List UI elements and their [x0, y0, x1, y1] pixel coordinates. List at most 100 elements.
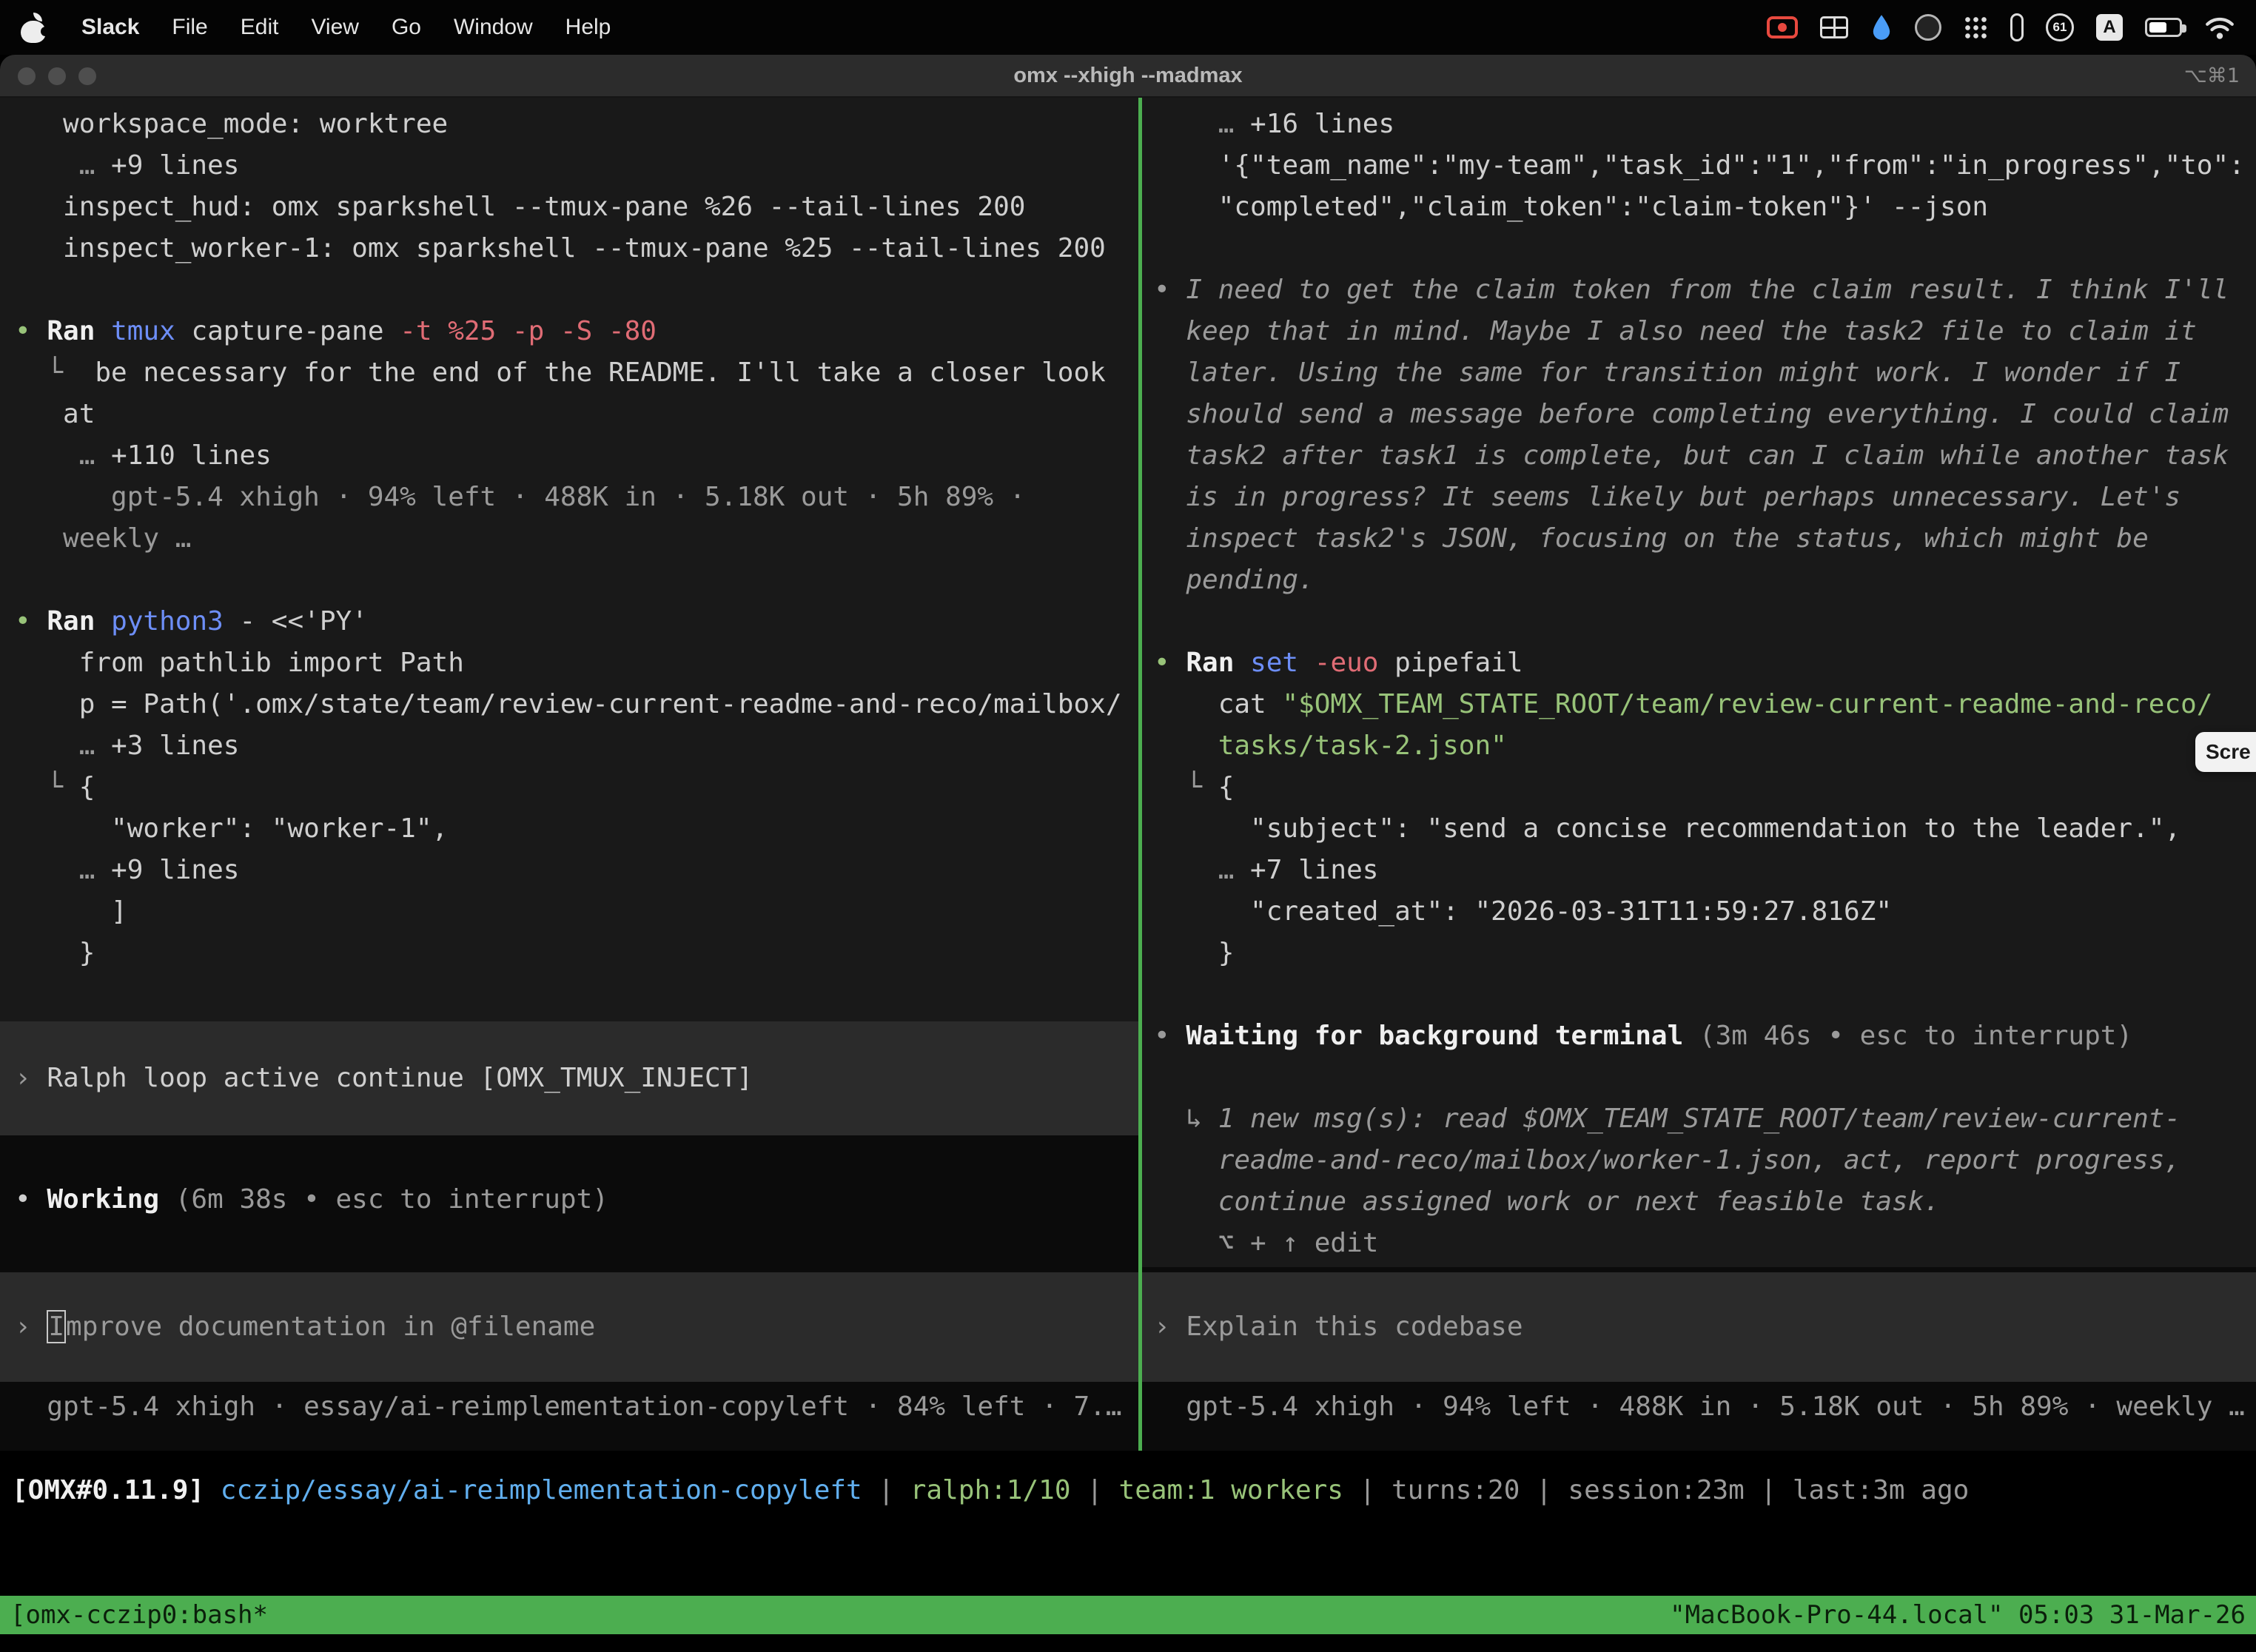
left-footer: gpt-5.4 xhigh · essay/ai-reimplementatio… [0, 1386, 1138, 1428]
omx-status-line: [OMX#0.11.9] cczip/essay/ai-reimplementa… [0, 1470, 2256, 1511]
terminal-line: pending. [1142, 560, 2256, 601]
terminal-line: inspect_hud: omx sparkshell --tmux-pane … [0, 187, 1138, 228]
menu-item-view[interactable]: View [295, 15, 375, 40]
right-scrollback: … +16 lines '{"team_name":"my-team","tas… [1142, 98, 2256, 1264]
menu-item-go[interactable]: Go [375, 15, 437, 40]
grid-icon[interactable] [1820, 10, 1848, 44]
menu-items: SlackFileEditViewGoWindowHelp [65, 15, 627, 40]
terminal-line: ] [0, 891, 1138, 933]
terminal-line: "created_at": "2026-03-31T11:59:27.816Z" [1142, 891, 2256, 933]
screen-share-overlay[interactable]: Scre [2195, 732, 2256, 772]
terminal-line [0, 269, 1138, 311]
tmux-status-bar: [omx-cczip0:bash* "MacBook-Pro-44.local"… [0, 1596, 2256, 1634]
battery-icon[interactable] [2145, 10, 2182, 44]
tmux-session-info: [omx-cczip0:bash* [10, 1596, 268, 1634]
screen-recording-icon[interactable] [1767, 10, 1798, 44]
left-scrollback: workspace_mode: worktree … +9 lines insp… [0, 98, 1138, 974]
terminal-line: • Waiting for background terminal (3m 46… [1142, 1015, 2256, 1057]
terminal-line: … +110 lines [0, 435, 1138, 477]
terminal-line: workspace_mode: worktree [0, 104, 1138, 145]
terminal-line: • I need to get the claim token from the… [1142, 269, 2256, 311]
menu-bar-status-icons: 61 A [1767, 10, 2235, 44]
zoom-button[interactable] [78, 67, 96, 85]
terminal-line: … +9 lines [0, 145, 1138, 187]
terminal-line: "worker": "worker-1", [0, 808, 1138, 850]
screen-share-overlay-label: Scre [2206, 740, 2251, 764]
terminal-line: • Ran tmux capture-pane -t %25 -p -S -80 [0, 311, 1138, 352]
window-title: omx --xhigh --madmax [1013, 64, 1242, 88]
ralph-loop-text: › Ralph loop active continue [OMX_TMUX_I… [0, 1058, 1138, 1099]
terminal-line: "completed","claim_token":"claim-token"}… [1142, 187, 2256, 228]
terminal-line [1142, 974, 2256, 1015]
terminal-line: ↳ 1 new msg(s): read $OMX_TEAM_STATE_ROO… [1142, 1098, 2256, 1140]
terminal-line: keep that in mind. Maybe I also need the… [1142, 311, 2256, 352]
terminal-line: cat "$OMX_TEAM_STATE_ROOT/team/review-cu… [1142, 684, 2256, 725]
left-input-text[interactable]: › Improve documentation in @filename [0, 1306, 1138, 1348]
window-titlebar[interactable]: omx --xhigh --madmax ⌥⌘1 [0, 55, 2256, 98]
terminal-content: workspace_mode: worktree … +9 lines insp… [0, 98, 2256, 1451]
terminal-line [0, 560, 1138, 601]
right-input-row[interactable]: › Explain this codebase [1142, 1272, 2256, 1382]
terminal-line: … +9 lines [0, 850, 1138, 891]
terminal-line: is in progress? It seems likely but perh… [1142, 477, 2256, 518]
apple-menu-icon[interactable] [21, 12, 46, 43]
menu-item-window[interactable]: Window [437, 15, 549, 40]
terminal-line: └ { [0, 767, 1138, 808]
working-status: • Working (6m 38s • esc to interrupt) [0, 1179, 1138, 1220]
terminal-line: } [1142, 933, 2256, 974]
dots-grid-icon[interactable] [1964, 10, 1988, 44]
terminal-window: omx --xhigh --madmax ⌥⌘1 workspace_mode:… [0, 55, 2256, 1652]
terminal-line: '{"team_name":"my-team","task_id":"1","f… [1142, 145, 2256, 187]
terminal-line: tasks/task-2.json" [1142, 725, 2256, 767]
terminal-line: from pathlib import Path [0, 642, 1138, 684]
close-button[interactable] [18, 67, 36, 85]
terminal-line: at [0, 394, 1138, 435]
terminal-line: inspect task2's JSON, focusing on the st… [1142, 518, 2256, 560]
menu-bar: SlackFileEditViewGoWindowHelp 61 A [0, 0, 2256, 55]
terminal-line [1142, 228, 2256, 269]
terminal-line [1142, 1057, 2256, 1098]
menu-item-file[interactable]: File [155, 15, 224, 40]
menu-bar-left: SlackFileEditViewGoWindowHelp [21, 12, 627, 43]
wifi-icon[interactable] [2204, 10, 2235, 44]
tmux-host-time: "MacBook-Pro-44.local" 05:03 31-Mar-26 [1670, 1596, 2246, 1634]
right-input-text[interactable]: › Explain this codebase [1142, 1306, 2256, 1348]
terminal-line: └ be necessary for the end of the README… [0, 352, 1138, 394]
terminal-line: gpt-5.4 xhigh · 94% left · 488K in · 5.1… [0, 477, 1138, 518]
menu-item-help[interactable]: Help [549, 15, 628, 40]
terminal-line: task2 after task1 is complete, but can I… [1142, 435, 2256, 477]
terminal-line: readme-and-reco/mailbox/worker-1.json, a… [1142, 1140, 2256, 1181]
left-input-row[interactable]: › Improve documentation in @filename [0, 1272, 1138, 1382]
right-footer: gpt-5.4 xhigh · 94% left · 488K in · 5.1… [1142, 1386, 2256, 1428]
terminal-line: p = Path('.omx/state/team/review-current… [0, 684, 1138, 725]
apple-bite [41, 27, 50, 36]
terminal-line: … +7 lines [1142, 850, 2256, 891]
traffic-lights [18, 55, 96, 98]
dark-circle-icon[interactable] [1915, 10, 1941, 44]
terminal-line: • Ran set -euo pipefail [1142, 642, 2256, 684]
tmux-pane-left[interactable]: workspace_mode: worktree … +9 lines insp… [0, 98, 1138, 1451]
minimize-button[interactable] [48, 67, 66, 85]
terminal-line: └ { [1142, 767, 2256, 808]
terminal-line: • Ran python3 - <<'PY' [0, 601, 1138, 642]
input-source-icon[interactable]: A [2096, 10, 2123, 44]
tmux-pane-right[interactable]: … +16 lines '{"team_name":"my-team","tas… [1142, 98, 2256, 1451]
terminal-line: … +3 lines [0, 725, 1138, 767]
terminal-line: ⌥ + ↑ edit [1142, 1223, 2256, 1264]
terminal-line: inspect_worker-1: omx sparkshell --tmux-… [0, 228, 1138, 269]
terminal-line: weekly … [0, 518, 1138, 560]
menu-item-slack[interactable]: Slack [65, 15, 155, 40]
terminal-line: later. Using the same for transition mig… [1142, 352, 2256, 394]
ralph-loop-row: › Ralph loop active continue [OMX_TMUX_I… [0, 1021, 1138, 1135]
terminal-line: should send a message before completing … [1142, 394, 2256, 435]
terminal-line: } [0, 933, 1138, 974]
badge-61-icon[interactable]: 61 [2046, 10, 2074, 44]
terminal-line: "subject": "send a concise recommendatio… [1142, 808, 2256, 850]
terminal-line [1142, 601, 2256, 642]
key-icon[interactable] [2010, 10, 2024, 44]
window-shortcut-hint: ⌥⌘1 [2184, 64, 2240, 87]
menu-item-edit[interactable]: Edit [224, 15, 295, 40]
terminal-line: … +16 lines [1142, 104, 2256, 145]
terminal-line: continue assigned work or next feasible … [1142, 1181, 2256, 1223]
droplet-icon[interactable] [1870, 10, 1893, 44]
